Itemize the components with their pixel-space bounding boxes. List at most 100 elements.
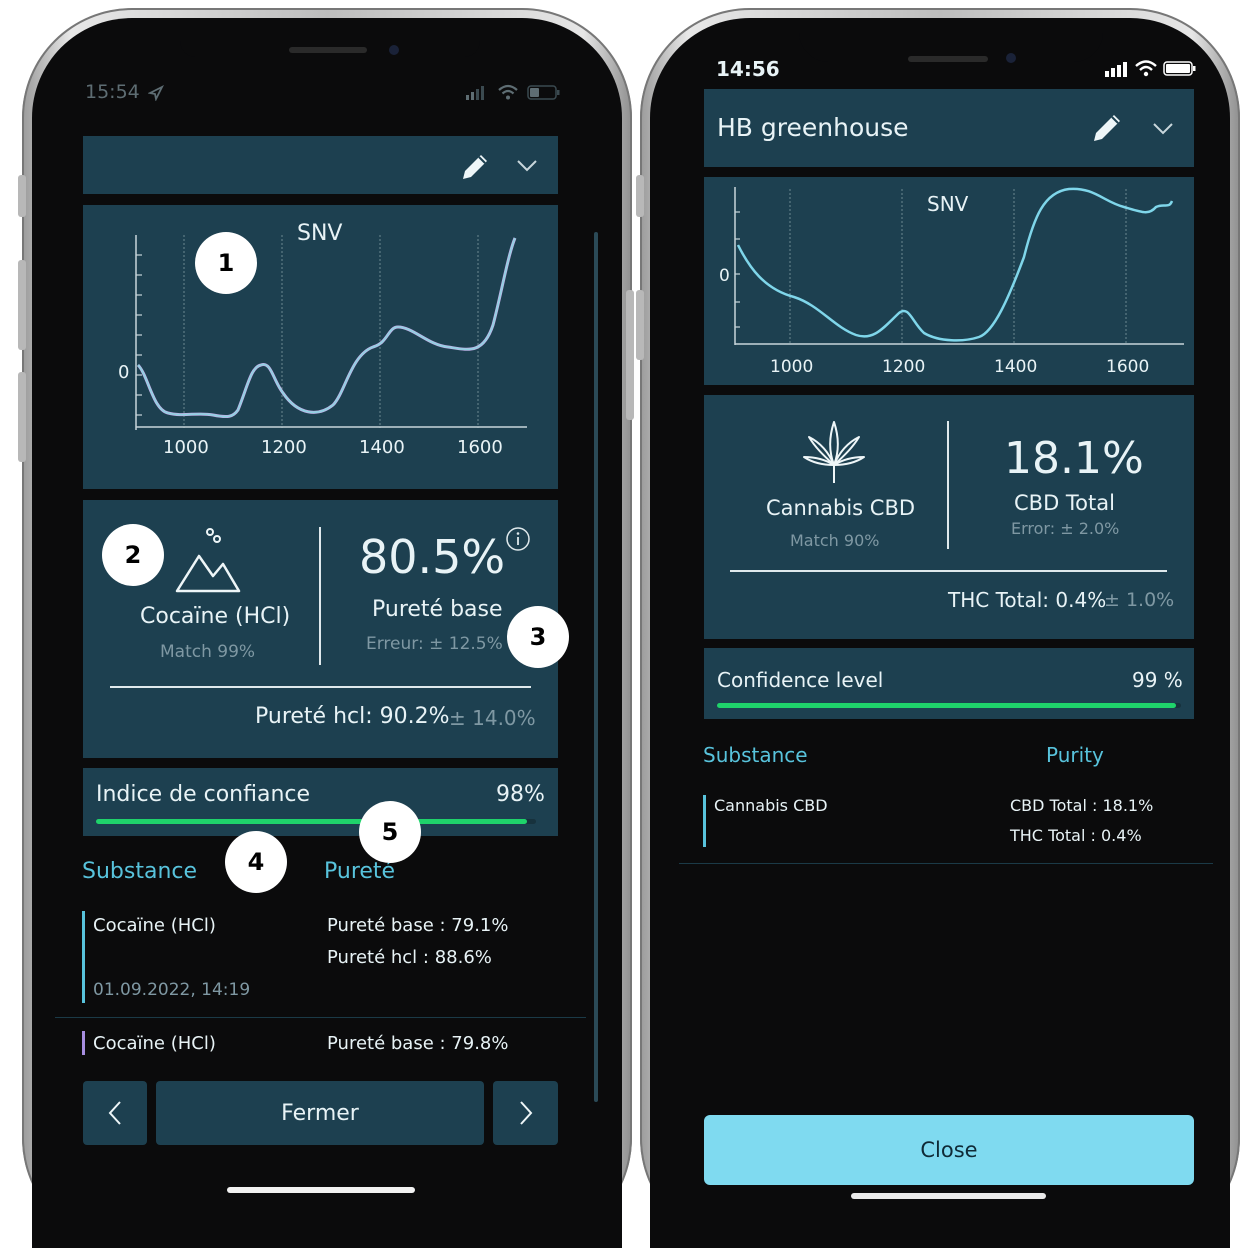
scrollbar[interactable] xyxy=(594,232,598,1102)
confidence-progress xyxy=(717,703,1181,708)
chart-gridlines xyxy=(789,189,1127,344)
status-time: 15:54 xyxy=(85,81,140,103)
thc-error: ± 1.0% xyxy=(1104,589,1175,611)
mute-switch xyxy=(636,175,644,217)
spectrum-line xyxy=(736,187,1174,342)
secondary-purity-error: ± 14.0% xyxy=(449,706,536,730)
signal-icon xyxy=(1105,62,1127,77)
volume-up-button xyxy=(18,260,26,350)
sample-name: HB greenhouse xyxy=(717,113,909,142)
chevron-down-icon[interactable] xyxy=(1151,119,1175,137)
thc-total: THC Total: 0.4% xyxy=(948,588,1107,612)
info-icon[interactable] xyxy=(505,526,531,552)
match-percent: Match 99% xyxy=(160,642,256,662)
table-row[interactable]: Cannabis CBD CBD Total : 18.1% THC Total… xyxy=(679,785,1213,864)
chevron-left-icon xyxy=(108,1101,121,1125)
sample-header xyxy=(83,136,558,194)
table-row[interactable]: Cocaïne (HCl) Pureté base : 79.1% Pureté… xyxy=(55,907,586,1017)
cbd-value: 18.1% xyxy=(1004,433,1144,484)
callout-1: 1 xyxy=(195,232,257,294)
purity-label: Pureté base xyxy=(372,597,503,622)
divider xyxy=(319,527,321,665)
separator xyxy=(730,570,1167,572)
home-indicator[interactable] xyxy=(851,1193,1046,1199)
separator xyxy=(110,686,531,688)
column-header-substance: Substance xyxy=(703,743,808,767)
sample-header: HB greenhouse xyxy=(704,89,1194,167)
volume-down-button xyxy=(18,372,26,462)
confidence-progress xyxy=(96,819,536,824)
power-button xyxy=(626,290,634,420)
row-accent-bar xyxy=(703,795,706,847)
x-tick-label: 1600 xyxy=(457,437,503,458)
callout-4: 4 xyxy=(225,831,287,893)
row-thc-total: THC Total : 0.4% xyxy=(1010,826,1142,845)
mute-switch xyxy=(18,175,26,217)
wifi-icon xyxy=(498,84,518,100)
speaker-grille xyxy=(289,47,367,53)
chevron-down-icon[interactable] xyxy=(515,156,539,174)
column-header-purity: Purity xyxy=(1046,743,1104,767)
row-purity-base: Pureté base : 79.8% xyxy=(327,1033,509,1054)
cbd-error: Error: ± 2.0% xyxy=(1011,519,1120,538)
confidence-value: 99 % xyxy=(1132,668,1183,692)
wifi-icon xyxy=(1135,60,1157,77)
result-panel: Cannabis CBD Match 90% 18.1% CBD Total E… xyxy=(704,395,1194,639)
cbd-label: CBD Total xyxy=(1014,491,1115,515)
battery-icon xyxy=(527,85,560,100)
confidence-panel: Indice de confiance 98% xyxy=(83,768,558,836)
confidence-label: Indice de confiance xyxy=(96,782,311,807)
row-purity-base: Pureté base : 79.1% xyxy=(327,915,509,936)
x-tick-label: 1000 xyxy=(770,357,814,377)
x-tick-label: 1200 xyxy=(261,437,307,458)
y-ticks xyxy=(136,254,142,416)
spectrum-chart-panel: SNV 0 1000 1200 1400 1600 xyxy=(704,177,1194,385)
row-substance: Cocaïne (HCl) xyxy=(93,1033,216,1054)
table-row[interactable]: Cocaïne (HCl) Pureté base : 79.8% xyxy=(55,1027,586,1067)
column-header-purity: Pureté xyxy=(324,859,396,884)
row-accent-bar xyxy=(82,1031,85,1055)
purity-error: Erreur: ± 12.5% xyxy=(366,634,503,654)
y-zero-label: 0 xyxy=(719,266,730,286)
x-tick-label: 1400 xyxy=(994,357,1038,377)
callout-5: 5 xyxy=(359,801,421,863)
row-substance: Cocaïne (HCl) xyxy=(93,915,216,936)
row-purity-hcl: Pureté hcl : 88.6% xyxy=(327,947,492,968)
front-camera xyxy=(389,45,399,55)
secondary-purity: Pureté hcl: 90.2% xyxy=(255,704,450,729)
divider xyxy=(947,421,949,549)
column-header-substance: Substance xyxy=(82,859,198,884)
close-button[interactable]: Close xyxy=(704,1115,1194,1185)
app-screen-right: 14:56 HB greenhouse SNV 0 1000 1200 1400… xyxy=(679,30,1213,1210)
cannabis-leaf-icon xyxy=(803,421,865,483)
home-indicator[interactable] xyxy=(227,1187,415,1193)
confidence-progress-fill xyxy=(96,819,528,824)
x-tick-label: 1400 xyxy=(359,437,405,458)
confidence-value: 98% xyxy=(496,782,545,807)
purity-value: 80.5% xyxy=(359,530,506,584)
status-time: 14:56 xyxy=(716,57,780,81)
callout-2: 2 xyxy=(102,524,164,586)
spectrum-chart xyxy=(734,187,1184,345)
row-divider xyxy=(55,1017,586,1018)
pencil-icon[interactable] xyxy=(1090,111,1124,145)
next-button[interactable] xyxy=(493,1081,558,1145)
y-zero-label: 0 xyxy=(118,362,130,383)
match-percent: Match 90% xyxy=(790,531,880,550)
substance-name: Cannabis CBD xyxy=(766,496,916,520)
close-button[interactable]: Fermer xyxy=(156,1081,484,1145)
x-tick-label: 1600 xyxy=(1106,357,1150,377)
previous-button[interactable] xyxy=(83,1081,147,1145)
confidence-panel: Confidence level 99 % xyxy=(704,648,1194,719)
mountain-icon xyxy=(175,528,241,593)
spectrum-chart-panel: SNV 0 1000 1200 1400 1600 xyxy=(83,205,558,489)
x-tick-label: 1200 xyxy=(882,357,926,377)
front-camera xyxy=(1006,53,1016,63)
signal-icon xyxy=(466,86,484,100)
speaker-grille xyxy=(908,56,988,62)
app-screen-left: 15:54 SNV 0 1000 1200 1400 1600 Cocaïne … xyxy=(55,57,598,1207)
confidence-progress-fill xyxy=(717,703,1177,708)
substance-name: Cocaïne (HCl) xyxy=(140,604,291,629)
volume-up-button xyxy=(636,290,644,360)
pencil-icon[interactable] xyxy=(459,151,491,183)
